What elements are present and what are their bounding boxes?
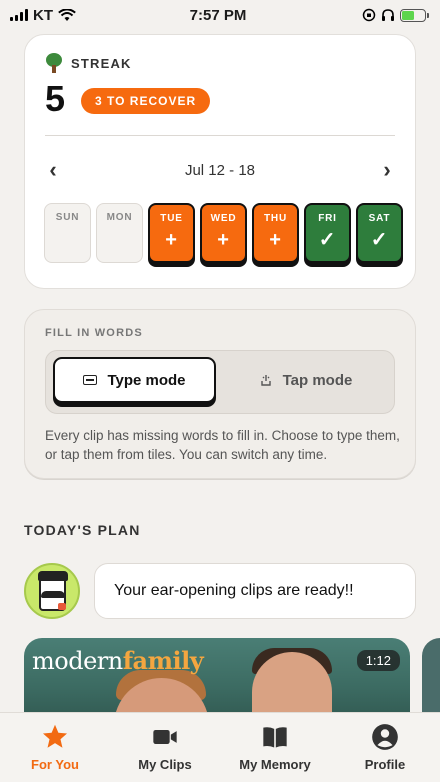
day-label: WED [210, 213, 237, 224]
tab-label: Profile [364, 757, 406, 772]
day-tue[interactable]: TUE + [148, 203, 195, 263]
tab-label: My Memory [239, 757, 311, 772]
status-right [296, 8, 429, 22]
battery-icon [400, 8, 429, 22]
week-navigator: ‹ Jul 12 - 18 › [45, 159, 395, 181]
tab-my-clips[interactable]: My Clips [110, 713, 220, 782]
tree-icon [45, 53, 63, 73]
week-label: Jul 12 - 18 [184, 161, 256, 179]
day-label: SAT [368, 213, 391, 224]
day-fri[interactable]: FRI ✓ [304, 203, 351, 263]
star-icon [41, 723, 69, 751]
week-days: SUN MON TUE + WED + THU + FRI ✓ SAT ✓ [44, 203, 403, 263]
day-label: SUN [55, 212, 80, 223]
streak-count: 5 [45, 78, 66, 119]
type-mode-label: Type mode [107, 371, 186, 389]
person-icon [371, 723, 399, 751]
show-logo: modernfamily [32, 646, 204, 675]
type-mode-button[interactable]: Type mode [53, 357, 216, 403]
tab-label: For You [31, 757, 79, 772]
tap-icon [260, 375, 271, 386]
tap-mode-button[interactable]: Tap mode [224, 357, 387, 403]
logo-part-family: family [122, 646, 204, 675]
plus-icon: + [165, 229, 178, 251]
tab-label: My Clips [138, 757, 192, 772]
status-time: 7:57 PM [189, 6, 247, 24]
streak-title: STREAK [71, 55, 132, 71]
plus-icon: + [217, 229, 230, 251]
book-icon [261, 723, 289, 751]
fill-in-words-card: FILL IN WORDS Type mode Tap mode Every c… [24, 309, 416, 479]
orientation-lock-icon [362, 8, 376, 22]
previous-week-icon[interactable]: ‹ [45, 159, 61, 181]
checkmark-icon: ✓ [318, 229, 337, 251]
day-label: TUE [160, 213, 183, 224]
day-sat[interactable]: SAT ✓ [356, 203, 403, 263]
day-label: FRI [318, 213, 337, 224]
plus-icon: + [269, 229, 282, 251]
fill-in-words-title: FILL IN WORDS [45, 327, 143, 339]
carrier-label: KT [33, 6, 53, 24]
status-bar: KT 7:57 PM [0, 0, 440, 30]
todays-plan-title: TODAY'S PLAN [24, 522, 141, 538]
tap-mode-label: Tap mode [282, 371, 353, 389]
fill-in-words-description: Every clip has missing words to fill in.… [45, 428, 400, 462]
streak-card: STREAK 5 3 TO RECOVER ‹ Jul 12 - 18 › SU… [24, 34, 416, 289]
day-thu[interactable]: THU + [252, 203, 299, 263]
day-label: MON [106, 212, 133, 223]
tab-bar: For You My Clips My Memory Profile [0, 712, 440, 782]
mode-toggle: Type mode Tap mode [45, 350, 395, 414]
clip-duration: 1:12 [356, 650, 400, 671]
day-label: THU [264, 213, 287, 224]
day-mon[interactable]: MON [96, 203, 143, 263]
divider [45, 135, 395, 136]
video-camera-icon [151, 723, 179, 751]
keyboard-icon [83, 375, 98, 385]
message-text: Your ear-opening clips are ready!! [114, 582, 354, 599]
message-bubble: Your ear-opening clips are ready!! [94, 563, 416, 619]
status-left: KT [10, 7, 140, 24]
mascot-avatar [24, 563, 80, 619]
wifi-icon [58, 8, 76, 21]
day-sun[interactable]: SUN [44, 203, 91, 263]
recover-button[interactable]: 3 TO RECOVER [81, 88, 211, 114]
checkmark-icon: ✓ [370, 229, 389, 251]
tab-for-you[interactable]: For You [0, 713, 110, 782]
next-week-icon[interactable]: › [379, 159, 395, 181]
tab-profile[interactable]: Profile [330, 713, 440, 782]
signal-icon [10, 9, 28, 21]
headphones-icon [382, 9, 394, 21]
tab-my-memory[interactable]: My Memory [220, 713, 330, 782]
streak-header: STREAK [45, 53, 132, 73]
logo-part-modern: modern [32, 647, 123, 675]
day-wed[interactable]: WED + [200, 203, 247, 263]
